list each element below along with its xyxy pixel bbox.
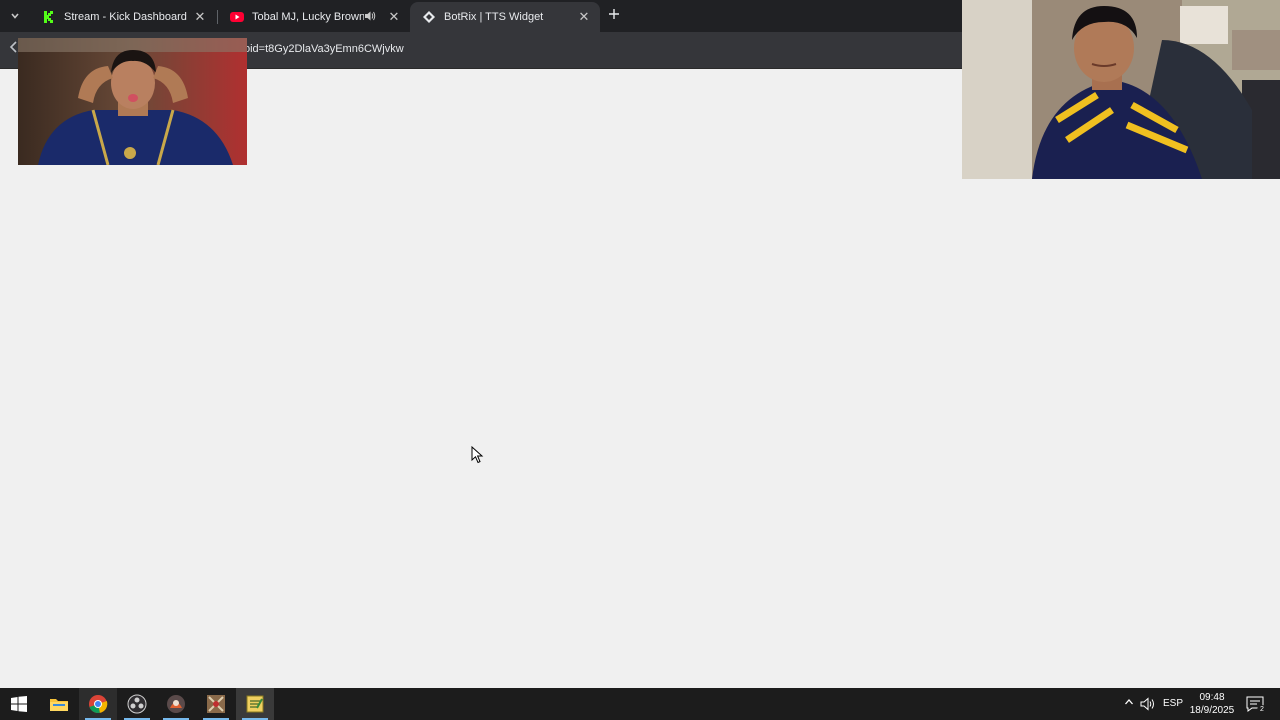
taskbar-game[interactable]	[197, 688, 235, 720]
system-clock[interactable]: 09:48 18/9/2025	[1186, 691, 1238, 717]
taskbar-app[interactable]	[157, 688, 195, 720]
close-icon[interactable]: ✕	[192, 9, 208, 25]
chevron-up-icon	[1125, 699, 1133, 705]
video-overlay-left	[18, 38, 247, 165]
tab-title: Stream - Kick Dashboard	[64, 11, 187, 23]
game-icon	[207, 695, 225, 713]
plus-icon	[609, 9, 619, 19]
tab-botrix-tts[interactable]: BotRix | TTS Widget ✕	[410, 2, 600, 32]
kick-icon	[42, 10, 56, 24]
taskbar-notepad[interactable]	[236, 688, 274, 720]
tab-title: BotRix | TTS Widget	[444, 11, 544, 23]
tab-title: Tobal MJ, Lucky Brown - Ti	[252, 11, 364, 23]
chrome-icon	[89, 695, 108, 714]
screen: Stream - Kick Dashboard ✕ Tobal MJ, Luck…	[0, 0, 1280, 720]
start-button[interactable]	[0, 688, 38, 720]
file-explorer-icon	[50, 699, 68, 711]
youtube-icon	[230, 10, 244, 24]
address-bar-url[interactable]: oid=t8Gy2DlaVa3yEmn6CWjvkw	[244, 43, 404, 55]
windows-start-icon	[11, 696, 27, 712]
speaker-icon	[1140, 697, 1154, 711]
tab-youtube-music[interactable]: Tobal MJ, Lucky Brown - Ti ✕	[218, 2, 410, 32]
speaker-icon[interactable]	[364, 10, 380, 25]
mouse-cursor-icon	[471, 446, 484, 464]
app-icon	[167, 695, 185, 713]
clock-time: 09:48	[1199, 692, 1225, 703]
botrix-icon	[422, 10, 436, 24]
show-hidden-icons-button[interactable]	[1122, 697, 1136, 711]
close-icon[interactable]: ✕	[576, 9, 592, 25]
taskbar-obs[interactable]	[118, 688, 156, 720]
volume-button[interactable]	[1140, 696, 1156, 712]
obs-icon	[127, 694, 147, 714]
tab-search-button[interactable]	[5, 6, 25, 26]
tab-kick-dashboard[interactable]: Stream - Kick Dashboard ✕	[30, 2, 216, 32]
taskbar-file-explorer[interactable]	[40, 688, 78, 720]
input-language[interactable]: ESP	[1163, 698, 1183, 709]
webcam-image	[962, 0, 1280, 179]
person-video-image	[18, 38, 247, 165]
windows-taskbar: ESP 09:48 18/9/2025	[0, 688, 1280, 720]
webcam-overlay	[962, 0, 1280, 179]
notepad-icon	[246, 695, 264, 713]
close-icon[interactable]: ✕	[386, 9, 402, 25]
chevron-down-icon	[11, 13, 19, 19]
notification-count-badge: 2	[1257, 705, 1267, 715]
clock-date: 18/9/2025	[1189, 705, 1235, 716]
taskbar-chrome[interactable]	[79, 688, 117, 720]
new-tab-button[interactable]	[606, 8, 622, 24]
